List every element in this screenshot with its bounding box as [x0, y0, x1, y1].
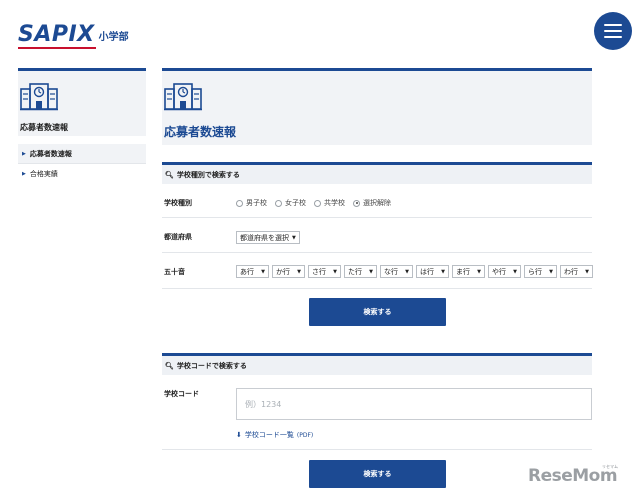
gojuon-select-ta[interactable]: た行 ▼	[344, 265, 377, 278]
section-heading-text: 学校コードで検索する	[176, 361, 247, 370]
caret-down-icon: ▼	[549, 268, 553, 275]
hamburger-line	[604, 30, 622, 32]
resemom-watermark-sub: リセマム	[602, 464, 618, 469]
select-value: わ行	[564, 267, 578, 276]
gojuon-select-ra[interactable]: ら行 ▼	[524, 265, 557, 278]
radio-clear[interactable]: 選択解除	[353, 198, 391, 208]
caret-down-icon: ▼	[292, 234, 296, 241]
select-value: ら行	[528, 267, 542, 276]
section-heading: 🔍︎ 学校種別で検索する	[162, 162, 592, 184]
prefecture-row: 都道府県 都道府県を選択 ▼	[162, 219, 592, 253]
chevron-right-icon: ▶	[22, 150, 26, 157]
hamburger-menu-button[interactable]	[594, 12, 632, 50]
radio-label: 選択解除	[363, 199, 391, 207]
select-value: や行	[492, 267, 506, 276]
caret-down-icon: ▼	[369, 268, 373, 275]
download-icon: ⬇	[236, 431, 242, 439]
gojuon-select-na[interactable]: な行 ▼	[380, 265, 413, 278]
pdf-tag: (PDF)	[296, 431, 314, 439]
school-type-radio-group: 男子校 女子校 共学校 選択解除	[236, 198, 391, 208]
radio-circle-selected[interactable]	[353, 199, 360, 207]
radio-label: 女子校	[285, 199, 306, 207]
radio-circle[interactable]	[314, 199, 321, 207]
radio-label: 共学校	[324, 199, 345, 207]
school-building-icon	[20, 83, 58, 111]
caret-down-icon: ▼	[261, 268, 265, 275]
caret-down-icon: ▼	[297, 268, 301, 275]
search-icon: 🔍︎	[165, 170, 174, 179]
radio-label: 男子校	[246, 199, 267, 207]
search-by-type-section: 🔍︎ 学校種別で検索する 学校種別 男子校 女子校 共学校 選択解除 都道府県 …	[162, 162, 593, 342]
caret-down-icon: ▼	[405, 268, 409, 275]
radio-circle[interactable]	[275, 199, 282, 207]
gojuon-select-sa[interactable]: さ行 ▼	[308, 265, 341, 278]
radio-coed[interactable]: 共学校	[314, 198, 345, 208]
caret-down-icon: ▼	[513, 268, 517, 275]
prefecture-select[interactable]: 都道府県を選択 ▼	[236, 231, 300, 244]
search-button[interactable]: 検索する	[309, 298, 446, 326]
school-code-row: 学校コード 例）1234 ⬇ 学校コード一覧 (PDF)	[162, 378, 592, 450]
sidebar-item-applicants[interactable]: ▶ 応募者数速報	[18, 144, 146, 164]
section-heading-text: 学校種別で検索する	[176, 170, 240, 179]
sidebar-item-label: 応募者数速報	[29, 149, 72, 158]
logo-text: SAPIX	[18, 22, 95, 47]
sapix-logo[interactable]: SAPIX 小学部	[18, 22, 129, 49]
select-value: な行	[384, 267, 398, 276]
pdf-link-text: 学校コード一覧	[244, 431, 294, 439]
school-code-label: 学校コード	[164, 390, 199, 398]
page-title: 応募者数速報	[164, 125, 237, 139]
school-type-row: 学校種別 男子校 女子校 共学校 選択解除	[162, 187, 592, 218]
select-value: ま行	[456, 267, 470, 276]
prefecture-select-value: 都道府県を選択	[240, 233, 289, 242]
chevron-right-icon: ▶	[22, 171, 26, 177]
search-icon: 🔍︎	[165, 361, 174, 370]
prefecture-label: 都道府県	[164, 233, 192, 241]
select-value: か行	[276, 267, 290, 276]
code-search-button[interactable]: 検索する	[309, 460, 446, 488]
main-header: 応募者数速報	[162, 68, 592, 145]
school-code-pdf-link[interactable]: ⬇ 学校コード一覧 (PDF)	[236, 430, 313, 440]
gojuon-select-a[interactable]: あ行 ▼	[236, 265, 269, 278]
radio-circle[interactable]	[236, 199, 243, 207]
caret-down-icon: ▼	[585, 268, 589, 275]
radio-boys[interactable]: 男子校	[236, 198, 267, 208]
select-value: あ行	[240, 267, 254, 276]
gojuon-select-wa[interactable]: わ行 ▼	[560, 265, 593, 278]
logo-underline	[18, 47, 96, 49]
gojuon-select-ma[interactable]: ま行 ▼	[452, 265, 485, 278]
caret-down-icon: ▼	[333, 268, 337, 275]
select-value: さ行	[312, 267, 326, 276]
section-heading: 🔍︎ 学校コードで検索する	[162, 353, 592, 375]
select-value: は行	[420, 267, 434, 276]
select-value: た行	[348, 267, 362, 276]
gojuon-label: 五十音	[164, 268, 185, 276]
caret-down-icon: ▼	[441, 268, 445, 275]
sidebar: 応募者数速報 ▶ 応募者数速報 ▶ 合格実績	[18, 68, 146, 184]
logo-subtext: 小学部	[98, 32, 129, 43]
gojuon-select-ha[interactable]: は行 ▼	[416, 265, 449, 278]
sidebar-item-results[interactable]: ▶ 合格実績	[18, 164, 146, 184]
main-header-panel: 応募者数速報	[162, 68, 592, 145]
gojuon-select-ka[interactable]: か行 ▼	[272, 265, 305, 278]
sidebar-item-label: 合格実績	[29, 170, 58, 178]
school-building-icon	[164, 83, 202, 111]
school-code-input[interactable]: 例）1234	[236, 388, 592, 420]
sidebar-title: 応募者数速報	[20, 123, 68, 132]
gojuon-row: 五十音 あ行 ▼ か行 ▼ さ行 ▼ た行 ▼ な行 ▼ は行 ▼ ま行 ▼ や行 ▼ ら行 ▼ …	[162, 254, 593, 289]
caret-down-icon: ▼	[477, 268, 481, 275]
sidebar-header: 応募者数速報	[18, 68, 146, 136]
hamburger-line	[604, 24, 622, 26]
school-type-label: 学校種別	[164, 199, 192, 207]
gojuon-select-group: あ行 ▼ か行 ▼ さ行 ▼ た行 ▼ な行 ▼ は行 ▼ ま行 ▼ や行 ▼ ら行 ▼ わ行 ▼	[236, 265, 593, 278]
gojuon-select-ya[interactable]: や行 ▼	[488, 265, 521, 278]
hamburger-line	[604, 36, 622, 38]
radio-girls[interactable]: 女子校	[275, 198, 306, 208]
